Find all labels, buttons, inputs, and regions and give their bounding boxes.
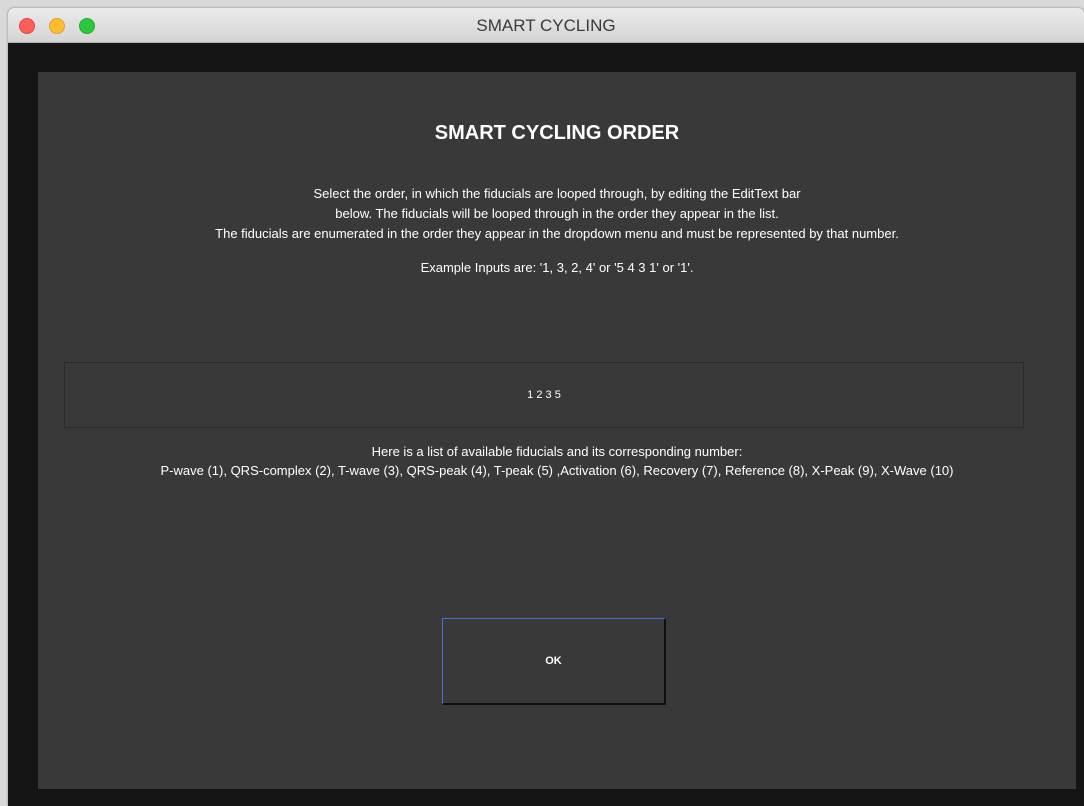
ok-button[interactable]: OK (442, 618, 666, 705)
instructions-line-2: below. The fiducials will be looped thro… (335, 206, 779, 221)
instructions-line-1: Select the order, in which the fiducials… (313, 186, 801, 201)
fiducial-list-intro: Here is a list of available fiducials an… (371, 444, 743, 459)
instructions-text: Select the order, in which the fiducials… (38, 184, 1076, 244)
dialog-heading: SMART CYCLING ORDER (434, 122, 680, 144)
window-title: SMART CYCLING (476, 16, 616, 35)
cycling-order-input[interactable] (64, 362, 1024, 428)
dialog-panel: SMART CYCLING ORDER Select the order, in… (38, 72, 1076, 789)
fiducial-list-items: P-wave (1), QRS-complex (2), T-wave (3),… (160, 463, 954, 478)
fiducial-list: Here is a list of available fiducials an… (38, 442, 1076, 480)
instructions-line-3: The fiducials are enumerated in the orde… (215, 226, 899, 241)
title-bar[interactable]: SMART CYCLING (8, 8, 1084, 43)
app-window: SMART CYCLING SMART CYCLING ORDER Select… (8, 8, 1084, 806)
example-inputs-text: Example Inputs are: '1, 3, 2, 4' or '5 4… (420, 260, 694, 275)
